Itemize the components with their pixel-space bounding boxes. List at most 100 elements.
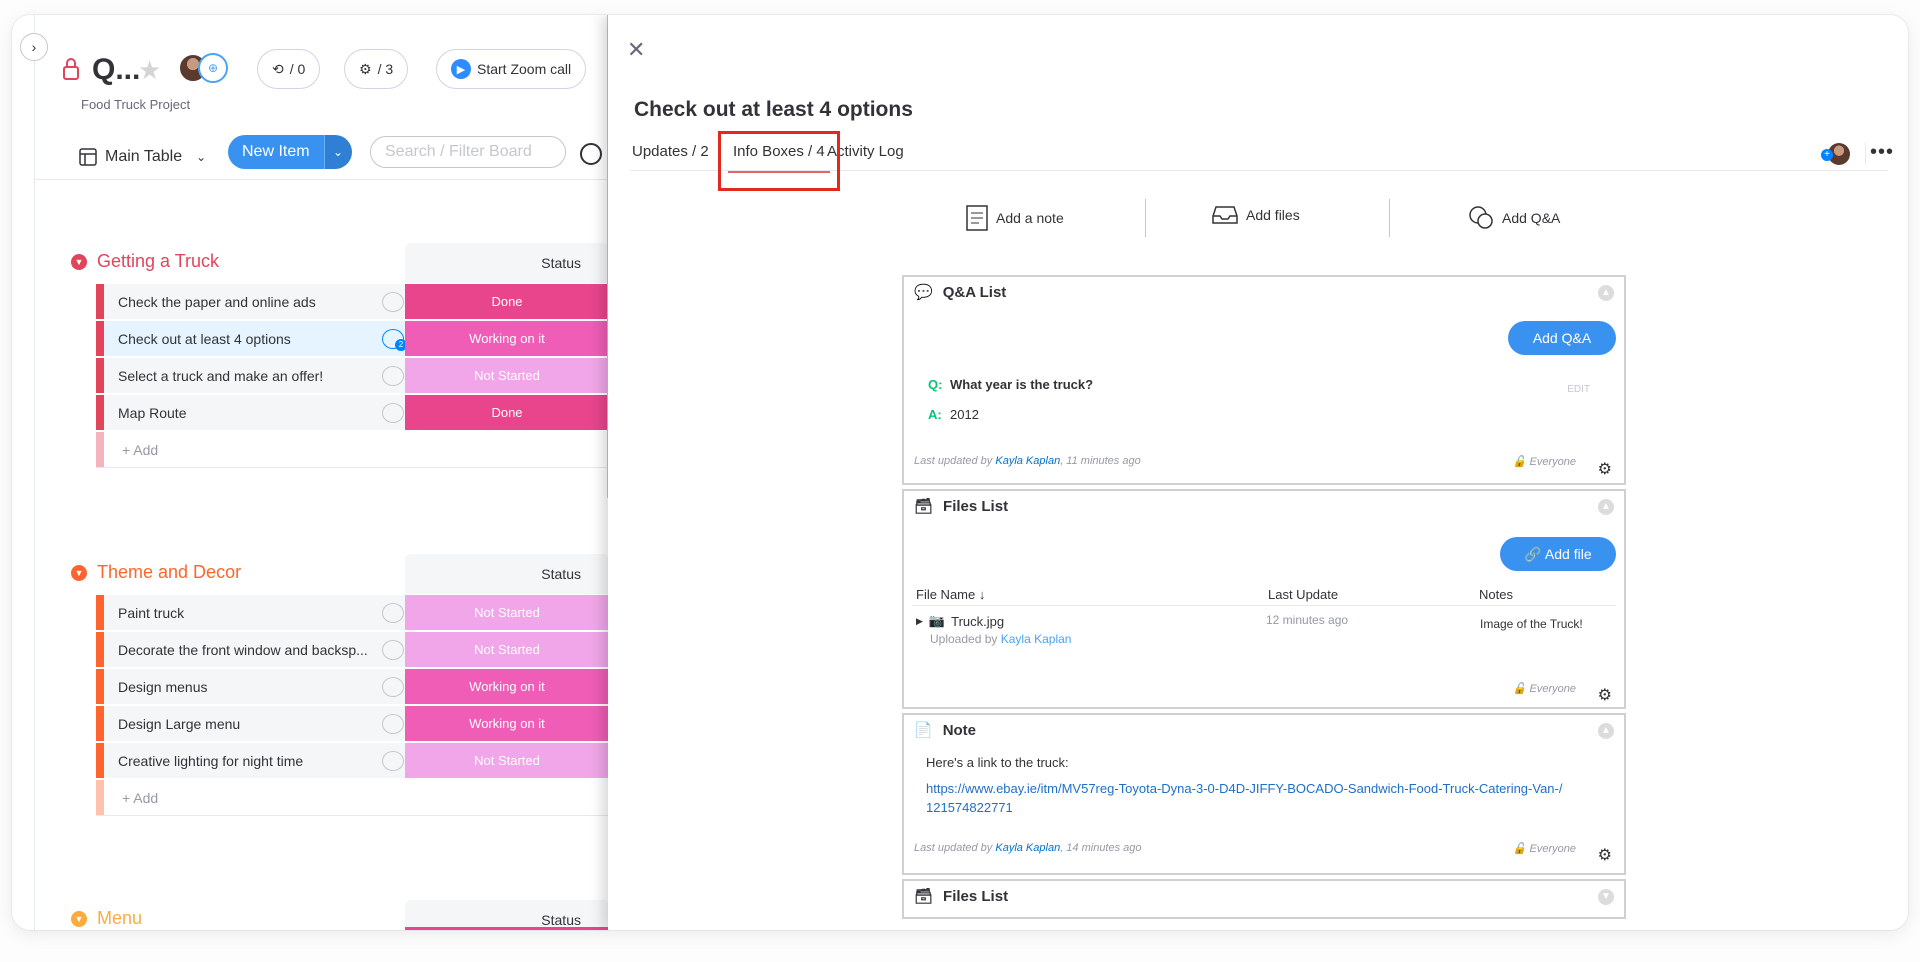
group-title-getting-a-truck[interactable]: ▼ Getting a Truck (71, 251, 219, 272)
table-row[interactable]: Check the paper and online ads Done (96, 284, 609, 320)
star-icon[interactable]: ★ (138, 55, 161, 86)
new-item-label[interactable]: New Item (228, 135, 324, 169)
status-cell[interactable]: Not Started (405, 595, 609, 630)
status-cell[interactable]: Working on it (405, 706, 609, 741)
note-icon (966, 205, 988, 231)
table-row[interactable]: Design Large menu Working on it (96, 706, 609, 742)
item-name[interactable]: Paint truck (104, 595, 405, 630)
comment-icon[interactable] (382, 640, 404, 660)
visibility-label[interactable]: 🔓 Everyone (1513, 842, 1576, 855)
board-title[interactable]: Q... (92, 53, 140, 87)
comment-icon[interactable] (382, 714, 404, 734)
zoom-label: Start Zoom call (477, 61, 572, 77)
close-icon[interactable]: ✕ (627, 37, 645, 63)
automations-pill[interactable]: ⚙ / 3 (344, 49, 409, 89)
comment-icon[interactable] (382, 366, 404, 386)
status-column-header[interactable]: Status (405, 554, 609, 594)
comment-icon[interactable] (382, 292, 404, 312)
gear-icon[interactable]: ⚙ (1598, 459, 1612, 479)
table-row[interactable]: Decorate the front window and backsp... … (96, 632, 609, 668)
tab-updates[interactable]: Updates / 2 (632, 143, 709, 160)
item-name[interactable]: Check out at least 4 options (104, 321, 405, 356)
gear-icon[interactable]: ⚙ (1598, 685, 1612, 705)
table-row[interactable]: Creative lighting for night time Not Sta… (96, 743, 609, 779)
table-row[interactable]: Check out at least 4 options 2 Working o… (96, 321, 609, 357)
status-column-header[interactable]: Status (405, 900, 609, 930)
expand-icon[interactable]: ▶ (916, 616, 923, 627)
file-row[interactable]: ▶ 📷 Truck.jpg (916, 613, 1004, 629)
chevron-down-icon[interactable]: ▼ (71, 910, 87, 927)
table-row[interactable]: Paint truck Not Started (96, 595, 609, 631)
zoom-call-button[interactable]: ▶ Start Zoom call (436, 49, 587, 89)
gear-icon[interactable]: ⚙ (1598, 845, 1612, 865)
chevron-down-icon[interactable]: ▼ (71, 253, 87, 270)
table-row[interactable]: Select a truck and make an offer! Not St… (96, 358, 609, 394)
unlock-icon: 🔓 (1512, 456, 1527, 468)
view-selector[interactable]: Main Table ⌄ (79, 148, 206, 166)
camera-icon: 📷 (928, 613, 946, 628)
qa-list-box: 💬 Q&A List ▲ Add Q&A Q: What year is the… (902, 275, 1626, 485)
item-title[interactable]: Check out at least 4 options (634, 98, 913, 122)
item-name[interactable]: Decorate the front window and backsp... (104, 632, 405, 667)
status-column-header[interactable]: Status (405, 243, 609, 283)
comment-icon[interactable] (382, 403, 404, 423)
item-name[interactable]: Select a truck and make an offer! (104, 358, 405, 393)
divider (1865, 143, 1866, 165)
status-cell[interactable]: Working on it (405, 669, 609, 704)
add-item-row[interactable]: + Add (96, 432, 609, 468)
collapse-icon[interactable]: ▲ (1598, 285, 1614, 301)
visibility-label[interactable]: 🔓 Everyone (1513, 455, 1576, 468)
add-item-row[interactable]: + Add (96, 780, 609, 816)
chevron-down-icon[interactable]: ⌄ (323, 135, 352, 169)
comment-icon[interactable] (382, 677, 404, 697)
add-qa-inline-button[interactable]: Add Q&A (1508, 321, 1616, 355)
comment-icon[interactable]: 2 (382, 329, 407, 351)
visibility-label[interactable]: 🔓 Everyone (1513, 682, 1576, 695)
uploader-link[interactable]: Kayla Kaplan (1001, 632, 1072, 646)
item-name[interactable]: Design Large menu (104, 706, 405, 741)
status-cell[interactable]: Not Started (405, 358, 609, 393)
add-files-button[interactable]: Add files (1212, 205, 1300, 225)
add-note-button[interactable]: Add a note (966, 205, 1064, 231)
subscriber-avatar[interactable]: + (1821, 143, 1850, 165)
table-row[interactable]: Design menus Working on it (96, 669, 609, 705)
note-link[interactable]: https://www.ebay.ie/itm/MV57reg-Toyota-D… (926, 779, 1566, 817)
add-item-label[interactable]: + Add (122, 780, 158, 816)
status-cell[interactable]: Done (405, 395, 609, 430)
person-filter-icon[interactable] (580, 143, 602, 165)
add-item-label[interactable]: + Add (122, 432, 158, 468)
file-name[interactable]: Truck.jpg (951, 614, 1004, 629)
expand-icon[interactable]: ▼ (1598, 889, 1614, 905)
status-cell[interactable]: Not Started (405, 632, 609, 667)
table-row[interactable]: Map Route Done (96, 395, 609, 431)
status-cell[interactable]: Done (405, 284, 609, 319)
item-name[interactable]: Creative lighting for night time (104, 743, 405, 778)
author-link[interactable]: Kayla Kaplan (995, 455, 1060, 467)
updates-pill[interactable]: ⟲ / 0 (257, 49, 321, 89)
status-cell[interactable]: Not Started (405, 743, 609, 778)
comment-icon[interactable] (382, 603, 404, 623)
uploaded-by: Uploaded by Kayla Kaplan (930, 632, 1071, 646)
collapse-icon[interactable]: ▲ (1598, 723, 1614, 739)
box-title: Files List (943, 497, 1009, 515)
chevron-down-icon[interactable]: ▼ (71, 564, 87, 581)
comment-icon[interactable] (382, 751, 404, 771)
box-title: Files List (943, 887, 1009, 905)
edit-link[interactable]: EDIT (1567, 384, 1590, 395)
new-item-button[interactable]: New Item ⌄ (228, 135, 352, 169)
item-name[interactable]: Check the paper and online ads (104, 284, 405, 319)
group-title-menu[interactable]: ▼ Menu (71, 908, 142, 929)
more-options-icon[interactable]: ••• (1870, 141, 1894, 164)
collapse-icon[interactable]: ▲ (1598, 499, 1614, 515)
add-file-button[interactable]: 🔗 Add file (1500, 537, 1616, 571)
search-input[interactable]: Search / Filter Board (370, 136, 566, 168)
group-title-theme-and-decor[interactable]: ▼ Theme and Decor (71, 562, 241, 583)
expand-sidebar-button[interactable]: › (20, 33, 48, 61)
status-cell[interactable]: Working on it (405, 321, 609, 356)
add-qa-button[interactable]: Add Q&A (1468, 205, 1560, 231)
item-name[interactable]: Map Route (104, 395, 405, 430)
file-name-header[interactable]: File Name ↓ (916, 587, 985, 602)
author-link[interactable]: Kayla Kaplan (995, 842, 1060, 854)
item-name[interactable]: Design menus (104, 669, 405, 704)
board-members[interactable]: ⊕ (178, 53, 230, 85)
